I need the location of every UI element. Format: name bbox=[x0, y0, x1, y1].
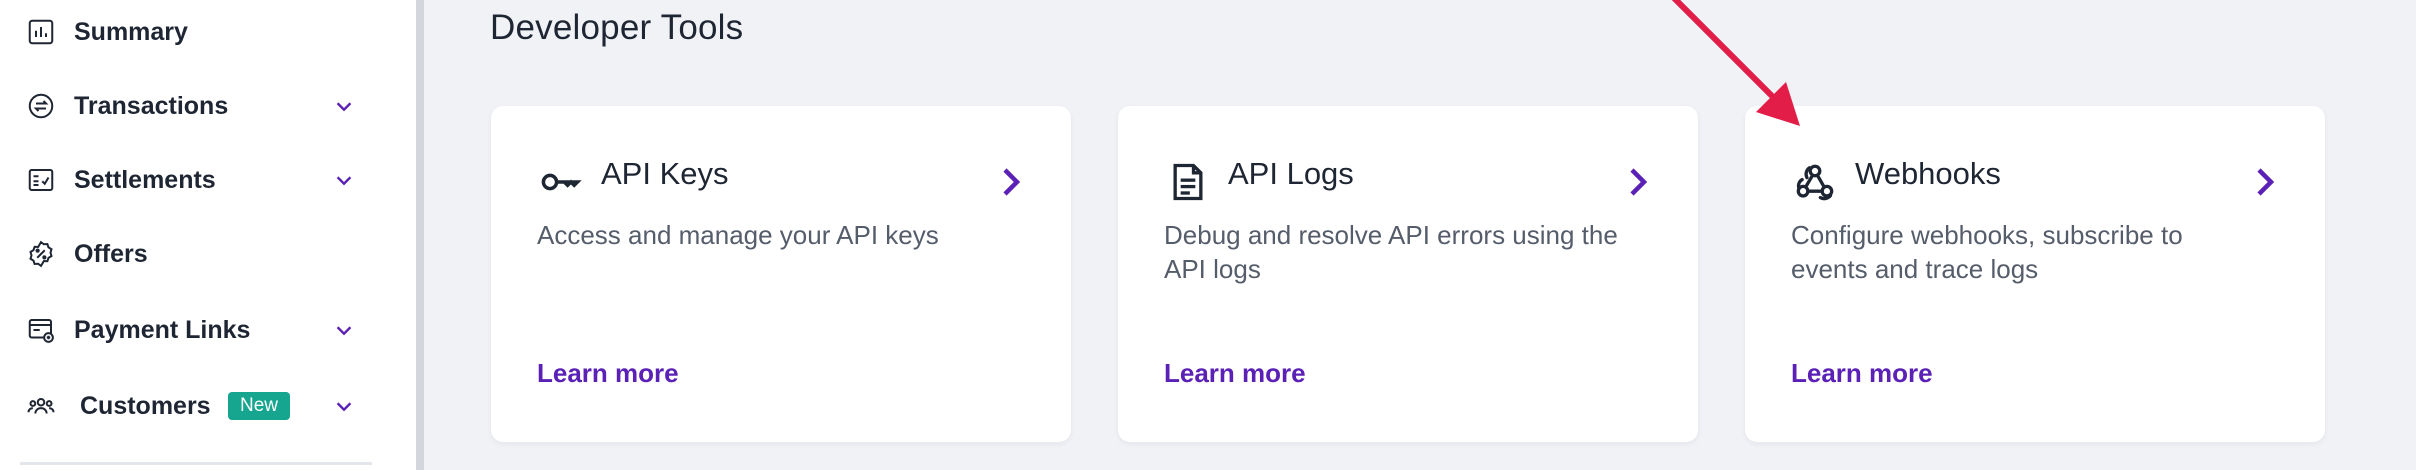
chevron-down-icon[interactable] bbox=[330, 92, 358, 120]
chevron-down-icon[interactable] bbox=[330, 316, 358, 344]
transactions-icon bbox=[24, 89, 58, 123]
sidebar-border bbox=[416, 0, 424, 470]
sidebar-item-payment-links[interactable]: Payment Links bbox=[0, 300, 400, 360]
sidebar-item-label: Offers bbox=[74, 239, 148, 268]
card-title: API Keys bbox=[601, 156, 729, 191]
offer-badge-icon bbox=[24, 237, 58, 271]
card-description: Debug and resolve API errors using the A… bbox=[1164, 220, 1618, 284]
sidebar-item-customers[interactable]: Customers New bbox=[0, 376, 400, 436]
app: Summary Transactions Settlements Offers … bbox=[0, 0, 2416, 470]
sidebar-item-summary[interactable]: Summary bbox=[0, 2, 400, 62]
webhook-icon bbox=[1791, 158, 1839, 206]
chevron-right-icon[interactable] bbox=[2247, 162, 2283, 202]
page-title: Developer Tools bbox=[490, 8, 744, 47]
sidebar-item-label: Summary bbox=[74, 17, 188, 46]
learn-more-link[interactable]: Learn more bbox=[1791, 358, 1933, 389]
sidebar-divider bbox=[20, 462, 372, 465]
chevron-right-icon[interactable] bbox=[1620, 162, 1656, 202]
payment-link-icon bbox=[24, 313, 58, 347]
card-title: Webhooks bbox=[1855, 156, 2001, 191]
card-description: Access and manage your API keys bbox=[537, 220, 939, 250]
customers-icon bbox=[24, 389, 58, 423]
api-keys-card[interactable]: API Keys Access and manage your API keys… bbox=[491, 106, 1071, 442]
sidebar-item-offers[interactable]: Offers bbox=[0, 224, 400, 284]
sidebar-item-settlements[interactable]: Settlements bbox=[0, 150, 400, 210]
card-description: Configure webhooks, subscribe to events … bbox=[1791, 220, 2183, 284]
chevron-down-icon[interactable] bbox=[330, 392, 358, 420]
sidebar-item-label: Payment Links bbox=[74, 315, 251, 344]
chevron-down-icon[interactable] bbox=[330, 166, 358, 194]
api-logs-card[interactable]: API Logs Debug and resolve API errors us… bbox=[1118, 106, 1698, 442]
sidebar-item-label: Customers bbox=[80, 391, 211, 420]
document-icon bbox=[1164, 158, 1212, 206]
learn-more-link[interactable]: Learn more bbox=[1164, 358, 1306, 389]
sidebar-item-transactions[interactable]: Transactions bbox=[0, 76, 400, 136]
webhooks-card[interactable]: Webhooks Configure webhooks, subscribe t… bbox=[1745, 106, 2325, 442]
sidebar-item-label: Settlements bbox=[74, 165, 216, 194]
key-icon bbox=[537, 158, 585, 206]
bar-chart-icon bbox=[24, 15, 58, 49]
learn-more-link[interactable]: Learn more bbox=[537, 358, 679, 389]
new-badge: New bbox=[228, 392, 291, 420]
sidebar: Summary Transactions Settlements Offers … bbox=[0, 0, 416, 470]
card-title: API Logs bbox=[1228, 156, 1354, 191]
chevron-right-icon[interactable] bbox=[993, 162, 1029, 202]
sidebar-item-label: Transactions bbox=[74, 91, 229, 120]
settlements-icon bbox=[24, 163, 58, 197]
